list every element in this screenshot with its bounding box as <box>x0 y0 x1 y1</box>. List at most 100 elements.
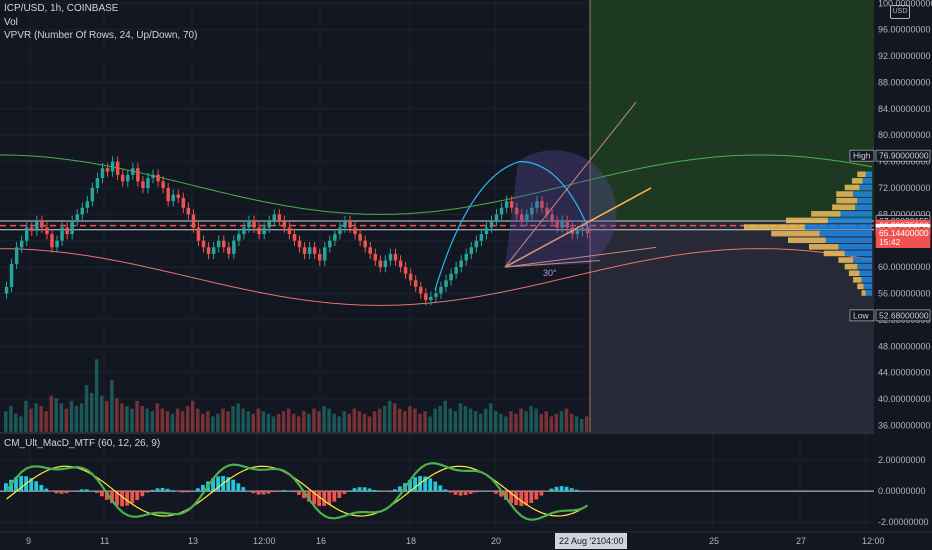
candle-body <box>398 260 403 268</box>
time-tick-label: 18 <box>406 536 416 546</box>
vpvr-legend[interactable]: VPVR (Number Of Rows, 24, Up/Down, 70) <box>4 30 197 41</box>
candle-body <box>181 197 186 208</box>
fan-angle-label: 30° <box>543 268 557 278</box>
candle-body <box>388 253 393 261</box>
candle-body <box>14 247 19 264</box>
currency-badge[interactable]: USD <box>890 5 910 19</box>
vpvr-up-bar <box>743 224 805 230</box>
volume-bar <box>140 406 144 432</box>
price-tick-label: 56.00000000 <box>878 288 931 298</box>
candle-body <box>19 240 24 248</box>
volume-bar <box>463 406 468 432</box>
candle-body <box>126 174 130 182</box>
macd-histogram-bar <box>39 485 44 492</box>
volume-bar <box>175 408 180 432</box>
vpvr-up-bar <box>836 191 854 197</box>
candle-body <box>287 227 292 235</box>
chart-canvas[interactable]: 30°100.0000000096.0000000092.0000000088.… <box>0 0 932 550</box>
candle-body <box>227 247 231 254</box>
volume-bar <box>468 408 473 432</box>
volume-bar <box>105 400 109 432</box>
macd-histogram-bar <box>94 491 99 493</box>
candle-body <box>60 227 64 241</box>
candle-body <box>90 188 95 202</box>
macd-histogram-bar <box>34 481 39 492</box>
vpvr-up-bar <box>861 290 866 296</box>
candle-body <box>176 194 180 198</box>
volume-bar <box>393 403 397 432</box>
candle-body <box>318 253 322 261</box>
macd-legend[interactable]: CM_Ult_MacD_MTF (60, 12, 26, 9) <box>4 438 160 449</box>
candle-body <box>50 234 54 248</box>
volume-bar <box>458 403 463 432</box>
time-tick-label: 11 <box>100 536 109 546</box>
volume-legend[interactable]: Vol <box>4 17 18 28</box>
candle-body <box>484 227 489 235</box>
macd-histogram-bar <box>534 491 539 500</box>
candle-body <box>459 260 463 268</box>
candle-body <box>120 174 125 182</box>
macd-histogram-bar <box>297 491 301 495</box>
macd-histogram-bar <box>494 491 498 494</box>
volume-bar <box>332 413 336 432</box>
volume-bar <box>29 408 33 432</box>
candle-body <box>323 247 327 261</box>
macd-histogram-bar <box>241 487 246 492</box>
macd-histogram-bar <box>332 491 337 502</box>
cursor-date-label: 22 Aug '21 <box>559 536 601 546</box>
vpvr-up-bar <box>788 237 826 244</box>
volume-bar <box>216 413 220 432</box>
volume-bar <box>372 411 377 432</box>
vpvr-up-bar <box>785 217 828 224</box>
volume-bar <box>473 411 478 432</box>
candle-body <box>363 240 367 248</box>
candle-body <box>297 240 302 248</box>
volume-bar <box>478 413 483 432</box>
macd-histogram-bar <box>519 491 524 507</box>
candle-body <box>201 240 206 248</box>
volume-bar <box>271 416 276 432</box>
volume-bar <box>448 408 453 432</box>
macd-histogram-bar <box>559 486 564 492</box>
macd-histogram-bar <box>564 486 569 492</box>
candle-body <box>353 227 357 235</box>
candle-body <box>25 227 29 241</box>
candle-body <box>85 201 90 208</box>
candle-body <box>338 227 342 235</box>
candle-body <box>4 286 9 294</box>
volume-bar <box>125 406 129 432</box>
candle-body <box>282 220 287 228</box>
volume-bar <box>226 411 230 432</box>
volume-bar <box>352 408 357 432</box>
candle-body <box>115 161 120 175</box>
volume-bar <box>261 411 266 432</box>
volume-bar <box>115 398 119 432</box>
vpvr-down-bar <box>855 204 872 211</box>
price-label-text: 52.68000000 <box>879 310 929 320</box>
vpvr-up-bar <box>844 263 858 270</box>
candle-body <box>474 240 479 248</box>
candle-body <box>504 201 509 208</box>
volume-bar <box>544 411 548 432</box>
volume-bar <box>281 411 286 432</box>
macd-histogram-bar <box>337 491 342 498</box>
volume-bar <box>433 408 437 432</box>
macd-histogram-bar <box>398 486 402 492</box>
candle-body <box>247 220 251 228</box>
macd-histogram-bar <box>428 478 433 492</box>
price-tick-label: 60.00000000 <box>878 262 931 272</box>
volume-bar <box>549 416 554 432</box>
time-tick-label: 13 <box>188 536 198 546</box>
vpvr-down-bar <box>862 178 872 184</box>
macd-histogram-bar <box>89 490 94 492</box>
volume-bar <box>14 413 18 432</box>
symbol-legend[interactable]: ICP/USD, 1h, COINBASE <box>4 3 118 14</box>
vpvr-down-bar <box>859 184 872 191</box>
volume-bar <box>59 403 64 432</box>
vpvr-down-bar <box>819 230 872 237</box>
volume-bar <box>266 413 271 432</box>
volume-bar <box>362 413 367 432</box>
candle-body <box>196 227 201 241</box>
volume-bar <box>196 408 200 432</box>
macd-histogram-bar <box>367 488 372 492</box>
